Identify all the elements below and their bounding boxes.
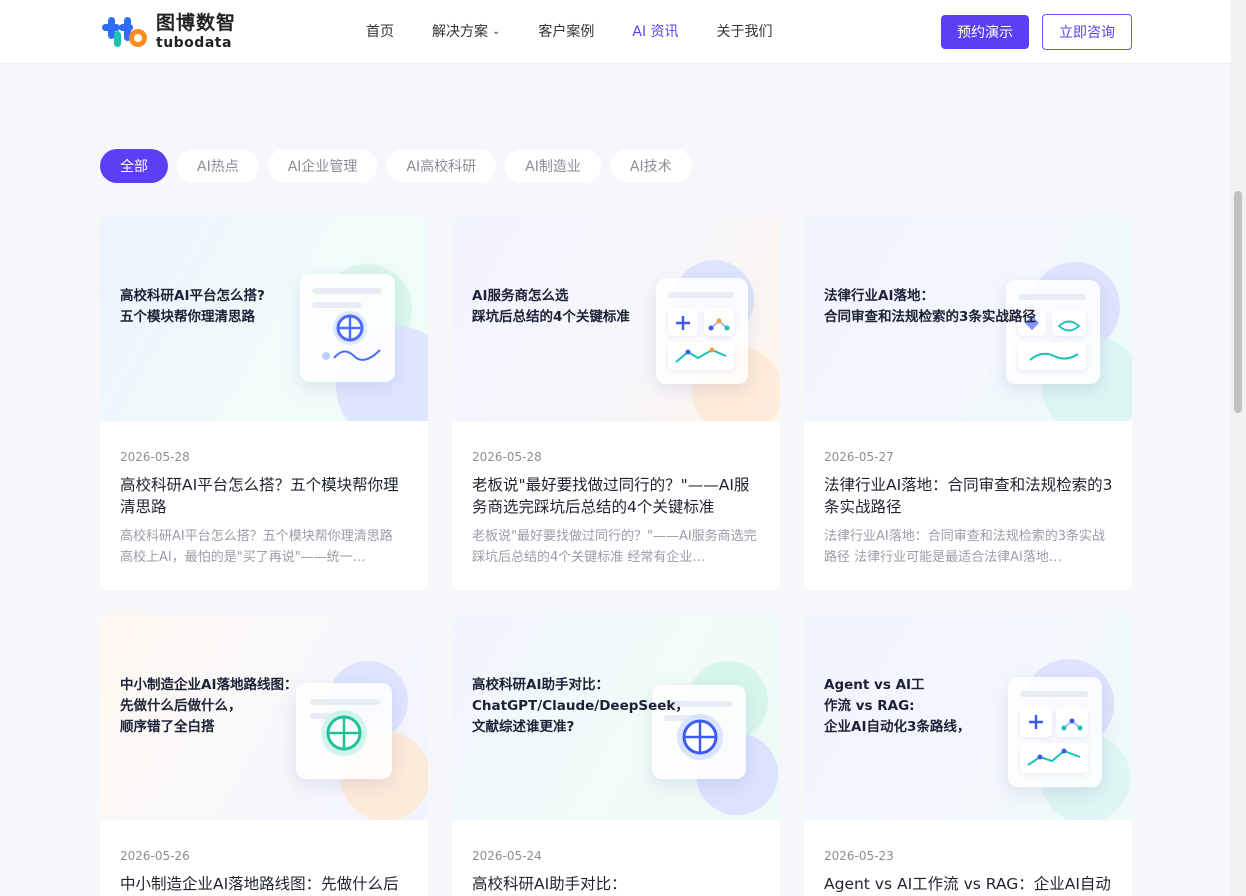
nav-label: 客户案例 xyxy=(538,24,595,40)
article-title[interactable]: 高校科研AI平台怎么搭？五个模块帮你理清思路 xyxy=(120,474,412,518)
filter-ai-research[interactable]: AI高校科研 xyxy=(386,149,497,183)
filter-all[interactable]: 全部 xyxy=(100,149,168,183)
article-date: 2026-05-23 xyxy=(824,849,894,863)
article-date: 2026-05-26 xyxy=(120,849,190,863)
article-date: 2026-05-24 xyxy=(472,849,542,863)
article-thumbnail: Agent vs AI工 作流 vs RAG: 企业AI自动化3条路线， xyxy=(804,615,1132,820)
filter-ai-hot[interactable]: AI热点 xyxy=(177,149,259,183)
article-thumbnail: AI服务商怎么选 踩坑后总结的4个关键标准 xyxy=(452,216,780,421)
thumbnail-title: Agent vs AI工 作流 vs RAG: 企业AI自动化3条路线， xyxy=(824,677,971,735)
tubodata-logo-icon xyxy=(100,15,148,49)
article-thumbnail: 中小制造企业AI落地路线图： 先做什么后做什么， 顺序错了全白搭 xyxy=(100,615,428,820)
nav-label: 首页 xyxy=(366,24,394,40)
article-date: 2026-05-28 xyxy=(472,450,542,464)
logo-text-en: tubodata xyxy=(156,35,232,51)
thumbnail-title: 高校科研AI平台怎么搭? 五个模块帮你理清思路 xyxy=(120,288,265,325)
top-header: 图博数智 tubodata 首页 解决方案 ⌄ 客户案例 AI 资讯 关于我们 预… xyxy=(0,0,1231,64)
wave-line-icon xyxy=(1028,348,1080,368)
nav-item-home[interactable]: 首页 xyxy=(366,21,394,41)
brand-logo[interactable]: 图博数智 tubodata xyxy=(100,14,236,50)
nav-label: 解决方案 xyxy=(432,24,488,40)
consult-now-button[interactable]: 立即咨询 xyxy=(1042,14,1132,50)
compass-icon xyxy=(318,707,370,763)
nodes-icon xyxy=(708,316,730,335)
article-summary: 高校科研AI平台怎么搭？五个模块帮你理清思路 高校上AI，最怕的是"买了再说"—… xyxy=(120,529,393,565)
article-date: 2026-05-27 xyxy=(824,450,894,464)
category-filters: 全部 AI热点 AI企业管理 AI高校科研 AI制造业 AI技术 xyxy=(100,149,701,183)
nodes-icon xyxy=(1061,716,1083,735)
plus-icon xyxy=(674,314,692,336)
plus-icon xyxy=(1027,713,1045,735)
nav-item-cases[interactable]: 客户案例 xyxy=(538,21,594,41)
nav-item-about[interactable]: 关于我们 xyxy=(717,21,773,41)
thumbnail-title: 高校科研AI助手对比： ChatGPT/Claude/DeepSeek， 文献综… xyxy=(472,677,689,735)
article-title[interactable]: 高校科研AI助手对比： xyxy=(472,873,764,895)
thumbnail-title: AI服务商怎么选 踩坑后总结的4个关键标准 xyxy=(472,288,630,325)
article-title[interactable]: Agent vs AI工作流 vs RAG：企业AI自动 xyxy=(824,873,1116,895)
filter-ai-enterprise[interactable]: AI企业管理 xyxy=(267,149,378,183)
book-demo-button[interactable]: 预约演示 xyxy=(941,15,1029,49)
article-title[interactable]: 法律行业AI落地：合同审查和法规检索的3条实战路径 xyxy=(824,474,1116,518)
article-card[interactable]: 高校科研AI平台怎么搭? 五个模块帮你理清思路 2026-05-28 高校科研A… xyxy=(100,216,428,591)
eye-icon xyxy=(1057,317,1081,336)
filter-ai-tech[interactable]: AI技术 xyxy=(609,149,692,183)
line-chart-icon xyxy=(674,344,730,370)
wave-icon xyxy=(320,344,390,368)
page-scrollbar-track[interactable] xyxy=(1231,0,1246,896)
article-card[interactable]: 高校科研AI助手对比： ChatGPT/Claude/DeepSeek， 文献综… xyxy=(452,615,780,896)
line-chart-icon xyxy=(1026,747,1082,773)
article-card[interactable]: 中小制造企业AI落地路线图： 先做什么后做什么， 顺序错了全白搭 2026-05… xyxy=(100,615,428,896)
article-thumbnail: 高校科研AI平台怎么搭? 五个模块帮你理清思路 xyxy=(100,216,428,421)
nav-item-solutions[interactable]: 解决方案 ⌄ xyxy=(432,21,500,41)
article-thumbnail: 高校科研AI助手对比： ChatGPT/Claude/DeepSeek， 文献综… xyxy=(452,615,780,820)
article-card[interactable]: 法律行业AI落地： 合同审查和法规检索的3条实战路径 2026-05-27 法律… xyxy=(804,216,1132,591)
page-scrollbar-thumb[interactable] xyxy=(1234,191,1242,413)
article-card[interactable]: AI服务商怎么选 踩坑后总结的4个关键标准 2026-05-28 老板说"最好要… xyxy=(452,216,780,591)
filter-ai-manufacturing[interactable]: AI制造业 xyxy=(505,149,601,183)
thumbnail-title: 法律行业AI落地： 合同审查和法规检索的3条实战路径 xyxy=(824,288,1036,325)
article-summary: 老板说"最好要找做过同行的？"——AI服务商选完踩坑后总结的4个关键标准 经常有… xyxy=(472,529,757,565)
logo-text-cn: 图博数智 xyxy=(156,12,237,34)
article-thumbnail: 法律行业AI落地： 合同审查和法规检索的3条实战路径 xyxy=(804,216,1132,421)
article-title[interactable]: 中小制造企业AI落地路线图：先做什么后 xyxy=(120,873,412,895)
thumbnail-title: 中小制造企业AI落地路线图： 先做什么后做什么， 顺序错了全白搭 xyxy=(120,677,298,735)
main-nav: 首页 解决方案 ⌄ 客户案例 AI 资讯 关于我们 xyxy=(366,21,811,41)
article-date: 2026-05-28 xyxy=(120,450,190,464)
article-title[interactable]: 老板说"最好要找做过同行的？"——AI服务商选完踩坑后总结的4个关键标准 xyxy=(472,474,764,518)
nav-label: 关于我们 xyxy=(716,24,773,40)
chevron-down-icon: ⌄ xyxy=(492,25,501,37)
nav-label: AI 资讯 xyxy=(632,24,679,40)
article-card[interactable]: Agent vs AI工 作流 vs RAG: 企业AI自动化3条路线， 202… xyxy=(804,615,1132,896)
nav-item-ai-news[interactable]: AI 资讯 xyxy=(632,21,678,41)
article-summary: 法律行业AI落地：合同审查和法规检索的3条实战路径 法律行业可能是最适合法律AI… xyxy=(824,529,1105,565)
